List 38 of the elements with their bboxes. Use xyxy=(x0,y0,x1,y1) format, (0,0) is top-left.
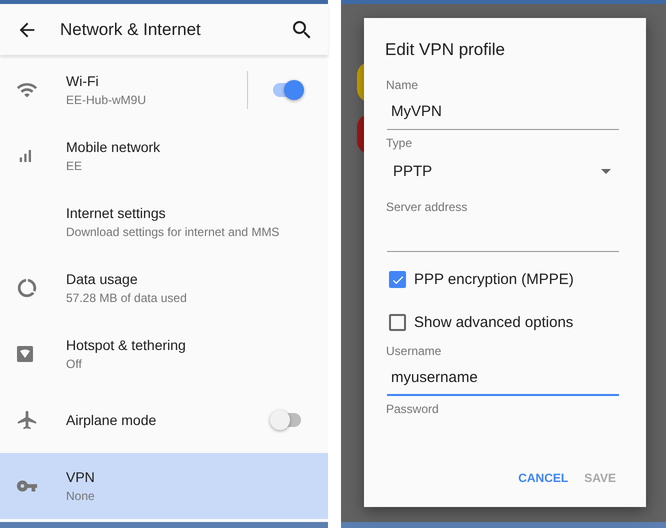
settings-item[interactable]: Data usage 57.28 MB of data used xyxy=(0,255,328,321)
item-title: Internet settings xyxy=(66,205,167,221)
type-dropdown[interactable]: PPTP xyxy=(385,150,617,192)
item-title: Wi-Fi xyxy=(66,73,100,89)
field-label: Server address xyxy=(386,200,468,214)
item-subtitle: Off xyxy=(66,357,83,371)
item-subtitle: Download settings for internet and MMS xyxy=(66,225,280,239)
dropdown-caret-icon xyxy=(601,168,611,174)
item-title: Hotspot & tethering xyxy=(66,337,187,353)
settings-item[interactable]: Hotspot & tethering Off xyxy=(0,321,328,387)
settings-item[interactable]: Mobile network EE xyxy=(0,123,328,189)
item-subtitle: EE-Hub-wM9U xyxy=(66,93,148,107)
item-title: Data usage xyxy=(66,271,139,287)
item-subtitle: EE xyxy=(66,159,84,173)
hotspot-icon xyxy=(16,345,34,363)
dialog-title: Edit VPN profile xyxy=(385,40,506,60)
item-title: VPN xyxy=(66,469,96,485)
settings-item[interactable]: Wi-Fi EE-Hub-wM9U xyxy=(0,57,328,123)
field-label: Name xyxy=(386,78,420,92)
checkbox-label: PPP encryption (MPPE) xyxy=(414,271,574,288)
item-title: Airplane mode xyxy=(66,412,158,428)
checkbox-label: Show advanced options xyxy=(414,314,574,331)
text-field[interactable]: MyVPN xyxy=(387,94,619,130)
item-subtitle: None xyxy=(66,489,96,503)
field-label: Password xyxy=(386,402,440,416)
screen-title: Network & Internet xyxy=(60,20,202,40)
airplane-icon xyxy=(16,409,38,431)
field-label: Username xyxy=(386,344,442,358)
checkbox[interactable] xyxy=(389,271,406,288)
settings-item[interactable]: Airplane mode xyxy=(0,387,328,453)
checkbox[interactable] xyxy=(389,314,406,331)
item-title: Mobile network xyxy=(66,139,162,155)
settings-item[interactable]: VPN None xyxy=(0,453,328,519)
text-field[interactable]: myusername xyxy=(387,360,619,396)
field-label: Type xyxy=(386,136,414,150)
data-usage-icon xyxy=(16,277,38,299)
settings-item[interactable]: Internet settings Download settings for internet and MMS xyxy=(0,189,328,255)
item-subtitle: 57.28 MB of data used xyxy=(66,291,188,305)
